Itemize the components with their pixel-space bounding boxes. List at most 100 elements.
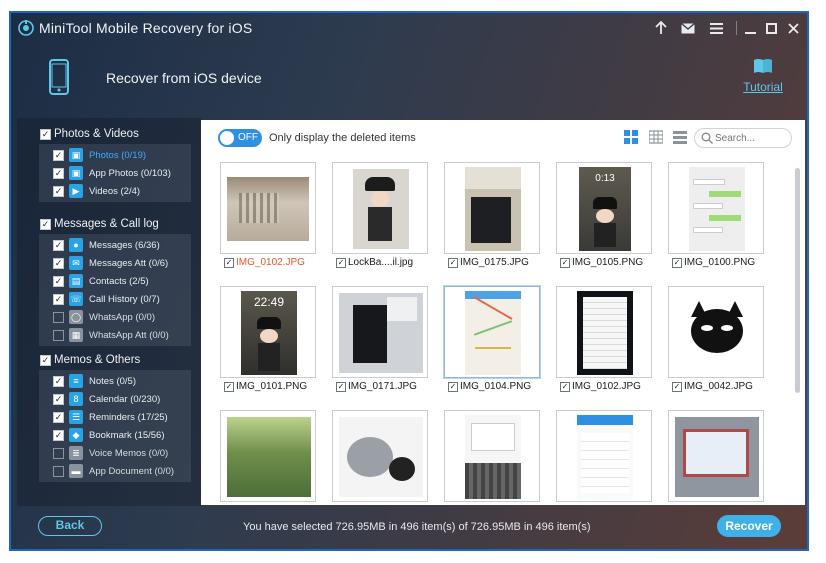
sidebar-item[interactable]: ✓ ≡ Notes (0/5) bbox=[39, 372, 191, 390]
thumbnail-image[interactable] bbox=[668, 162, 764, 254]
file-checkbox[interactable]: ✓ bbox=[560, 257, 570, 268]
thumbnail-image[interactable] bbox=[220, 410, 316, 502]
item-checkbox[interactable]: ✓ bbox=[53, 465, 64, 477]
thumbnail-item[interactable] bbox=[668, 410, 764, 522]
thumbnail-item[interactable]: 0:13 ✓ IMG_0105.PNG bbox=[556, 162, 652, 274]
sidebar-item[interactable]: ✓ ▶ Videos (2/4) bbox=[39, 182, 191, 200]
thumbnail-image[interactable] bbox=[556, 410, 652, 502]
maximize-button[interactable] bbox=[762, 19, 780, 37]
thumbnail-item[interactable] bbox=[444, 410, 540, 522]
category-checkbox[interactable]: ✓ bbox=[40, 354, 51, 366]
upgrade-button[interactable] bbox=[652, 19, 670, 37]
sidebar-item[interactable]: ✓ 8 Calendar (0/230) bbox=[39, 390, 191, 408]
file-checkbox[interactable]: ✓ bbox=[672, 381, 682, 392]
thumbnail-item[interactable]: 22:49 ✓ IMG_0101.PNG bbox=[220, 286, 316, 398]
file-checkbox[interactable]: ✓ bbox=[336, 257, 346, 268]
item-checkbox[interactable]: ✓ bbox=[53, 293, 64, 305]
thumbnail-item[interactable]: ✓ IMG_0171.JPG bbox=[332, 286, 428, 398]
category-checkbox[interactable]: ✓ bbox=[40, 218, 51, 230]
thumbnail-image[interactable] bbox=[668, 410, 764, 502]
thumbnail-image[interactable] bbox=[220, 162, 316, 254]
thumbnail-content bbox=[701, 325, 713, 331]
close-button[interactable] bbox=[784, 19, 802, 37]
sidebar-item-label: Bookmark (15/56) bbox=[89, 429, 165, 441]
file-caption: ✓ IMG_0102.JPG bbox=[560, 381, 641, 392]
sidebar-item[interactable]: ✓ ▬ App Document (0/0) bbox=[39, 462, 191, 480]
grid-view-icon[interactable] bbox=[624, 130, 638, 144]
thumbnail-image[interactable]: 22:49 bbox=[220, 286, 316, 378]
item-checkbox[interactable]: ✓ bbox=[53, 447, 64, 459]
feedback-button[interactable] bbox=[679, 19, 697, 37]
file-checkbox[interactable]: ✓ bbox=[448, 381, 458, 392]
thumbnail-image[interactable] bbox=[332, 410, 428, 502]
thumbnail-image[interactable] bbox=[556, 286, 652, 378]
item-checkbox[interactable]: ✓ bbox=[53, 257, 64, 269]
item-checkbox[interactable]: ✓ bbox=[53, 275, 64, 287]
thumbnail-item[interactable]: ✓ LockBa....il.jpg bbox=[332, 162, 428, 274]
sidebar-item[interactable]: ✓ ◆ Bookmark (15/56) bbox=[39, 426, 191, 444]
minimize-button[interactable] bbox=[741, 19, 759, 37]
sidebar-item[interactable]: ✓ ▣ Photos (0/19) bbox=[39, 146, 191, 164]
sidebar-item-label: Messages (6/36) bbox=[89, 239, 160, 251]
thumbnail-content bbox=[693, 227, 723, 233]
deleted-only-toggle[interactable]: OFF bbox=[218, 129, 262, 147]
back-button[interactable]: Back bbox=[38, 516, 102, 536]
thumbnail-image[interactable] bbox=[444, 286, 540, 378]
thumbnail-item[interactable]: ✓ IMG_0042.JPG bbox=[668, 286, 764, 398]
item-checkbox[interactable]: ✓ bbox=[53, 429, 64, 441]
item-checkbox[interactable]: ✓ bbox=[53, 167, 64, 179]
thumbnail-item[interactable] bbox=[556, 410, 652, 522]
item-checkbox[interactable]: ✓ bbox=[53, 149, 64, 161]
item-checkbox[interactable]: ✓ bbox=[53, 311, 64, 323]
item-checkbox[interactable]: ✓ bbox=[53, 393, 64, 405]
sidebar-item[interactable]: ✓ ✉ Messages Att (0/6) bbox=[39, 254, 191, 272]
mail-icon bbox=[681, 22, 695, 33]
list-view-icon[interactable] bbox=[673, 130, 687, 144]
sidebar-item[interactable]: ✓ ▤ Contacts (2/5) bbox=[39, 272, 191, 290]
thumbnail-item[interactable] bbox=[332, 410, 428, 522]
vertical-scrollbar[interactable] bbox=[795, 168, 800, 393]
sidebar-item[interactable]: ✓ ◯ WhatsApp (0/0) bbox=[39, 308, 191, 326]
sidebar-item[interactable]: ✓ ▦ WhatsApp Att (0/0) bbox=[39, 326, 191, 344]
category-header[interactable]: ✓ Memos & Others bbox=[17, 350, 201, 370]
sidebar-item[interactable]: ✓ ● Messages (6/36) bbox=[39, 236, 191, 254]
category-header[interactable]: ✓ Photos & Videos bbox=[17, 124, 201, 144]
thumbnail-image[interactable] bbox=[444, 410, 540, 502]
thumbnail-image[interactable] bbox=[444, 162, 540, 254]
detail-view-icon[interactable] bbox=[649, 130, 663, 144]
thumbnail-item[interactable]: ✓ IMG_0104.PNG bbox=[444, 286, 540, 398]
file-checkbox[interactable]: ✓ bbox=[560, 381, 570, 392]
file-checkbox[interactable]: ✓ bbox=[224, 381, 234, 392]
search-input[interactable] bbox=[715, 131, 785, 145]
tutorial-label[interactable]: Tutorial bbox=[741, 80, 785, 94]
search-box[interactable] bbox=[694, 128, 792, 148]
thumbnail-image[interactable] bbox=[668, 286, 764, 378]
thumbnail-item[interactable]: ✓ IMG_0175.JPG bbox=[444, 162, 540, 274]
item-checkbox[interactable]: ✓ bbox=[53, 375, 64, 387]
thumbnail-image[interactable] bbox=[332, 162, 428, 254]
category-checkbox[interactable]: ✓ bbox=[40, 128, 51, 140]
thumbnail-content bbox=[368, 207, 392, 241]
item-checkbox[interactable]: ✓ bbox=[53, 329, 64, 341]
item-checkbox[interactable]: ✓ bbox=[53, 185, 64, 197]
file-checkbox[interactable]: ✓ bbox=[448, 257, 458, 268]
menu-button[interactable] bbox=[707, 19, 725, 37]
sidebar-item[interactable]: ✓ ≣ Voice Memos (0/0) bbox=[39, 444, 191, 462]
thumbnail-item[interactable]: ✓ IMG_0100.PNG bbox=[668, 162, 764, 274]
recover-button[interactable]: Recover bbox=[717, 515, 781, 537]
file-checkbox[interactable]: ✓ bbox=[224, 257, 234, 268]
sidebar-item[interactable]: ✓ ☏ Call History (0/7) bbox=[39, 290, 191, 308]
thumbnail-image[interactable]: 0:13 bbox=[556, 162, 652, 254]
sidebar-item[interactable]: ✓ ▣ App Photos (0/103) bbox=[39, 164, 191, 182]
item-checkbox[interactable]: ✓ bbox=[53, 411, 64, 423]
thumbnail-item[interactable]: ✓ IMG_0102.JPG bbox=[556, 286, 652, 398]
thumbnail-image[interactable] bbox=[332, 286, 428, 378]
item-checkbox[interactable]: ✓ bbox=[53, 239, 64, 251]
category-header[interactable]: ✓ Messages & Call log bbox=[17, 214, 201, 234]
tutorial-link[interactable]: Tutorial bbox=[741, 58, 785, 94]
file-checkbox[interactable]: ✓ bbox=[336, 381, 346, 392]
sidebar-item[interactable]: ✓ ☰ Reminders (17/25) bbox=[39, 408, 191, 426]
file-checkbox[interactable]: ✓ bbox=[672, 257, 682, 268]
thumbnail-item[interactable]: ✓ IMG_0102.JPG bbox=[220, 162, 316, 274]
thumbnail-item[interactable] bbox=[220, 410, 316, 522]
